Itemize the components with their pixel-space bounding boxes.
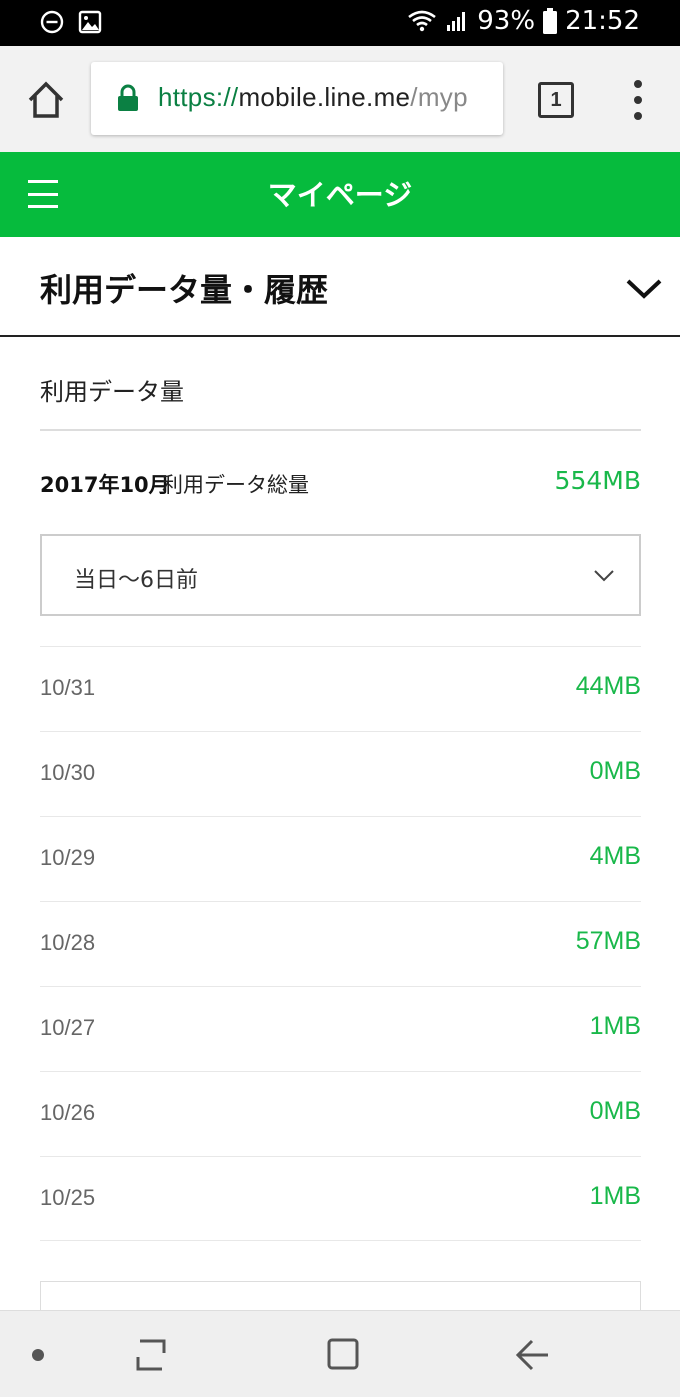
browser-toolbar: https://mobile.line.me/myp 1 <box>0 46 680 152</box>
list-item: 10/28 57MB <box>40 901 641 986</box>
more-vert-icon[interactable] <box>626 80 650 120</box>
day-value: 0MB <box>589 1097 641 1125</box>
tab-switcher-button[interactable]: 1 <box>538 82 574 118</box>
menu-dot <box>634 112 642 120</box>
range-select[interactable]: 当日〜6日前 <box>40 534 641 616</box>
url-scheme: https:// <box>158 82 239 112</box>
day-date: 10/31 <box>40 675 96 700</box>
day-value: 57MB <box>575 927 641 955</box>
total-month: 2017年10月 <box>40 473 170 497</box>
day-date: 10/30 <box>40 760 96 785</box>
total-caption: 利用データ総量 <box>162 473 309 497</box>
status-left-icons <box>40 10 102 34</box>
recent-apps-icon[interactable] <box>132 1337 170 1373</box>
signal-icon <box>447 12 466 31</box>
status-right: 93% 21:52 <box>407 6 640 36</box>
list-item: 10/26 0MB <box>40 1071 641 1156</box>
menu-dot <box>634 80 642 88</box>
day-value: 44MB <box>575 672 641 700</box>
back-arrow-icon[interactable] <box>514 1337 550 1373</box>
app-header: マイページ <box>0 152 680 237</box>
battery-percent: 93% <box>477 6 536 36</box>
section-title: 利用データ量・履歴 <box>40 271 329 309</box>
list-item: 10/25 1MB <box>40 1156 641 1241</box>
total-value: 554MB <box>554 466 641 495</box>
address-bar[interactable]: https://mobile.line.me/myp <box>91 62 503 135</box>
minus-circle-icon <box>40 10 64 34</box>
url-text: https://mobile.line.me/myp <box>158 82 468 113</box>
day-value: 4MB <box>589 842 641 870</box>
day-date: 10/29 <box>40 845 96 870</box>
status-bar: 93% 21:52 <box>0 0 680 46</box>
list-item: 10/30 0MB <box>40 731 641 816</box>
range-select-value: 当日〜6日前 <box>74 568 198 593</box>
total-usage-row: 2017年10月 利用データ総量 554MB <box>40 462 641 502</box>
day-date: 10/25 <box>40 1185 96 1210</box>
day-value: 1MB <box>589 1182 641 1210</box>
nav-dot-icon[interactable] <box>32 1349 44 1361</box>
list-item: 10/27 1MB <box>40 986 641 1071</box>
day-date: 10/26 <box>40 1100 96 1125</box>
clock: 21:52 <box>565 6 640 36</box>
section-header-usage-history[interactable]: 利用データ量・履歴 <box>0 237 680 337</box>
lock-icon <box>118 84 138 111</box>
url-host: mobile.line.me <box>238 82 411 112</box>
system-nav-bar <box>0 1310 680 1397</box>
day-value: 0MB <box>589 757 641 785</box>
list-item: 10/29 4MB <box>40 816 641 901</box>
url-path: /myp <box>410 82 468 112</box>
day-date: 10/28 <box>40 930 96 955</box>
wifi-icon <box>408 10 437 32</box>
divider <box>40 429 641 431</box>
chevron-down-icon[interactable] <box>624 277 664 301</box>
home-icon[interactable] <box>24 78 68 122</box>
day-date: 10/27 <box>40 1015 96 1040</box>
image-icon <box>78 10 102 34</box>
day-value: 1MB <box>589 1012 641 1040</box>
daily-usage-list: 10/31 44MB 10/30 0MB 10/29 4MB 10/28 57M… <box>40 646 641 1241</box>
page-title: マイページ <box>267 178 413 212</box>
home-square-icon[interactable] <box>326 1337 360 1371</box>
list-item: 10/31 44MB <box>40 646 641 731</box>
chevron-down-icon <box>594 570 614 582</box>
menu-dot <box>634 96 642 104</box>
usage-label: 利用データ量 <box>40 378 184 406</box>
battery-icon <box>543 8 558 34</box>
